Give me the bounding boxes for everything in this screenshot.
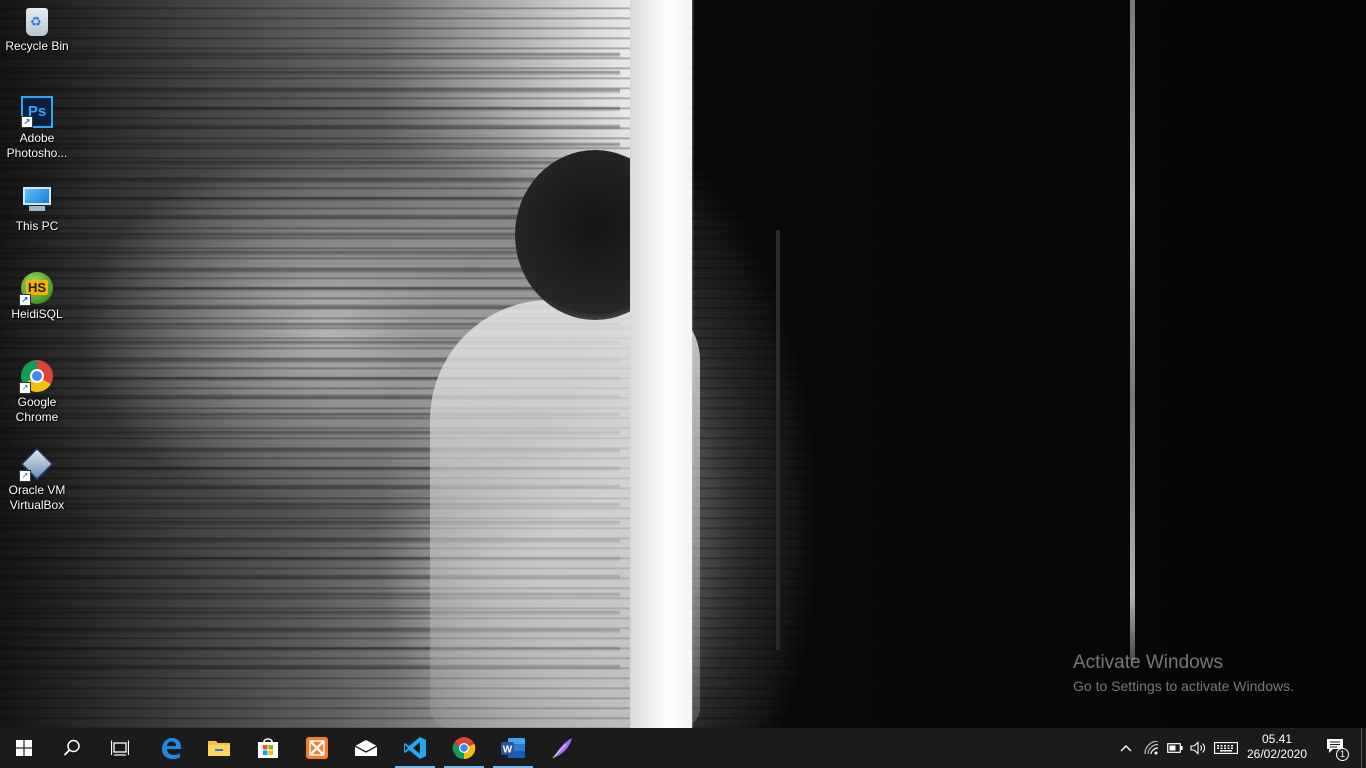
word-icon: W <box>501 738 525 758</box>
notification-count-badge: 1 <box>1336 748 1349 761</box>
photoshop-icon: Ps ↗ <box>21 96 53 128</box>
desktop-icon-label: Google Chrome <box>15 395 59 424</box>
taskbar: W 05.41 26/02/2020 1 <box>0 728 1366 768</box>
desktop-wallpaper <box>0 0 1366 728</box>
shortcut-arrow-icon: ↗ <box>19 470 31 482</box>
taskbar-edge[interactable] <box>147 728 195 768</box>
task-view-button[interactable] <box>96 728 144 768</box>
keyboard-icon <box>1214 742 1238 754</box>
desktop-icon-this-pc[interactable]: This PC <box>2 178 72 234</box>
battery-icon <box>1167 743 1183 753</box>
activate-windows-title: Activate Windows <box>1073 652 1223 673</box>
folder-icon <box>208 741 230 756</box>
desktop-icon-virtualbox[interactable]: ↗ Oracle VM VirtualBox <box>2 442 72 513</box>
taskbar-chrome[interactable] <box>440 728 488 768</box>
chevron-up-icon <box>1120 745 1132 752</box>
taskbar-clock[interactable]: 05.41 26/02/2020 <box>1240 728 1314 768</box>
windows-logo-icon <box>16 740 32 756</box>
chrome-icon <box>452 737 476 760</box>
wallpaper-door-light <box>630 0 692 728</box>
start-button[interactable] <box>0 728 48 768</box>
taskbar-mail[interactable] <box>342 728 390 768</box>
wallpaper-door-edge <box>776 230 780 650</box>
action-center-button[interactable]: 1 <box>1318 728 1354 768</box>
taskbar-word[interactable]: W <box>489 728 537 768</box>
desktop-icon-label: HeidiSQL <box>11 307 63 321</box>
vscode-icon <box>404 737 426 759</box>
tray-touch-keyboard-button[interactable] <box>1212 728 1240 768</box>
xampp-icon <box>306 737 328 759</box>
desktop-icon-recycle-bin[interactable]: Recycle Bin <box>2 0 72 54</box>
taskbar-vscode[interactable] <box>391 728 439 768</box>
search-icon <box>63 739 80 756</box>
taskbar-xampp[interactable] <box>293 728 341 768</box>
feather-icon <box>552 738 572 759</box>
desktop-icon-label: Recycle Bin <box>5 39 69 53</box>
tray-network-button[interactable] <box>1141 728 1163 768</box>
activate-windows-watermark: Activate Windows Go to Settings to activ… <box>1073 651 1294 695</box>
search-button[interactable] <box>48 728 96 768</box>
clock-date: 26/02/2020 <box>1246 747 1308 761</box>
desktop-icon-heidisql[interactable]: HS ↗ HeidiSQL <box>2 266 72 322</box>
shortcut-arrow-icon: ↗ <box>19 382 31 394</box>
virtualbox-icon: ↗ <box>19 447 54 482</box>
edge-icon <box>162 738 181 759</box>
shortcut-arrow-icon: ↗ <box>21 116 33 128</box>
desktop-icon-chrome[interactable]: ↗ Google Chrome <box>2 354 72 425</box>
activate-windows-subtitle: Go to Settings to activate Windows. <box>1073 678 1294 694</box>
desktop-icon-label: Adobe Photosho... <box>6 131 68 160</box>
shortcut-arrow-icon: ↗ <box>19 294 31 306</box>
chrome-icon: ↗ <box>19 360 53 394</box>
store-icon <box>258 738 278 758</box>
heidisql-glyph-text: HS <box>25 280 49 295</box>
svg-text:W: W <box>503 745 513 756</box>
tray-volume-button[interactable] <box>1187 728 1209 768</box>
clock-time: 05.41 <box>1261 732 1293 746</box>
desktop-icon-photoshop[interactable]: Ps ↗ Adobe Photosho... <box>2 90 72 161</box>
taskbar-store[interactable] <box>244 728 292 768</box>
heidisql-icon: HS ↗ <box>19 272 53 306</box>
taskbar-feather-app[interactable] <box>538 728 586 768</box>
recycle-bin-icon <box>26 8 48 36</box>
show-desktop-button[interactable] <box>1361 728 1366 768</box>
desktop-icon-label: Oracle VM VirtualBox <box>8 483 66 512</box>
wallpaper-door-frame <box>1130 0 1135 660</box>
wifi-icon <box>1144 741 1159 755</box>
task-view-icon <box>111 740 129 756</box>
mail-icon <box>354 740 378 756</box>
desktop-icon-label: This PC <box>15 219 59 233</box>
computer-icon <box>21 184 53 216</box>
tray-battery-button[interactable] <box>1164 728 1186 768</box>
volume-icon <box>1190 741 1205 755</box>
tray-show-hidden-button[interactable] <box>1116 728 1136 768</box>
taskbar-file-explorer[interactable] <box>195 728 243 768</box>
